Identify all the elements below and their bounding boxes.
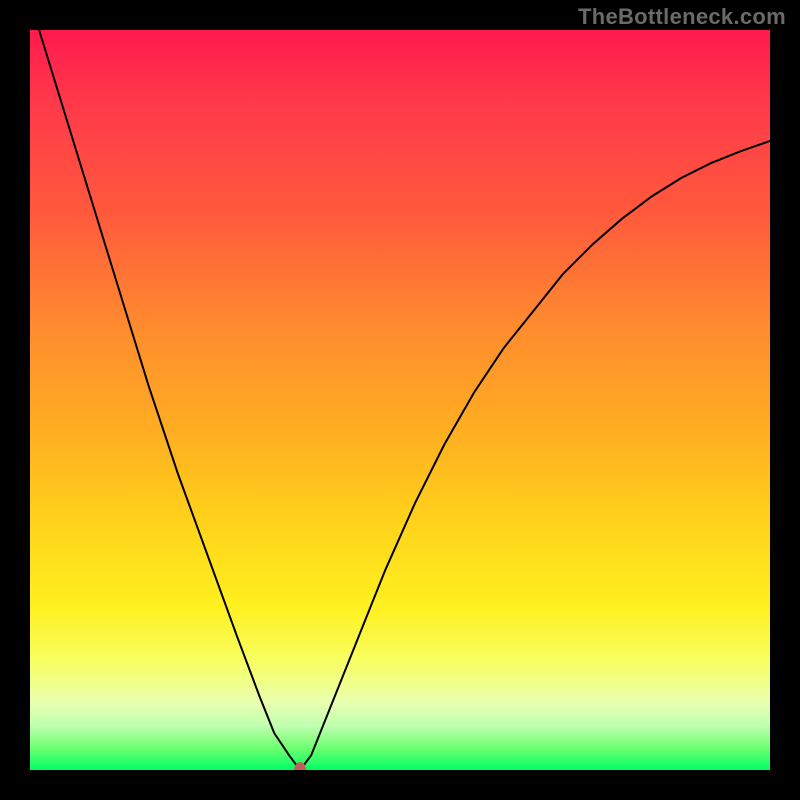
plot-area (30, 30, 770, 770)
chart-frame: TheBottleneck.com (0, 0, 800, 800)
watermark-text: TheBottleneck.com (578, 4, 786, 30)
curve-svg (30, 30, 770, 770)
bottleneck-curve (30, 30, 770, 770)
